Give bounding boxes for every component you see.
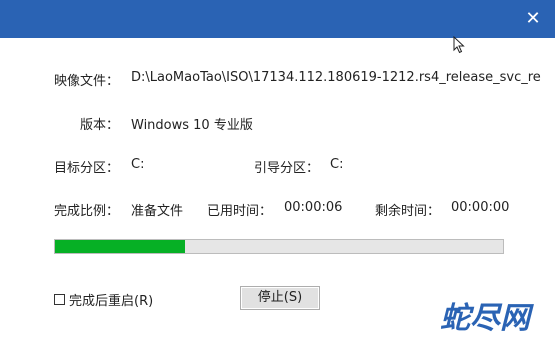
- restart-checkbox-label: 完成后重启(R): [69, 294, 154, 309]
- close-button[interactable]: ✕: [517, 0, 549, 38]
- image-file-label: 映像文件：: [54, 74, 120, 89]
- boot-partition-value: C:: [330, 157, 344, 172]
- boot-partition-label: 引导分区：: [254, 161, 320, 176]
- completion-ratio-value: 准备文件: [131, 204, 184, 219]
- completion-ratio-label: 完成比例：: [54, 204, 120, 219]
- image-file-path: D:\LaoMaoTao\ISO\17134.112.180619-1212.r…: [131, 70, 541, 85]
- target-partition-label: 目标分区：: [54, 161, 120, 176]
- stop-button-label: 停止(S): [257, 290, 303, 305]
- checkbox-icon[interactable]: [54, 294, 65, 305]
- elapsed-time-value: 00:00:06: [284, 200, 343, 215]
- stop-button[interactable]: 停止(S): [240, 286, 320, 310]
- progress-bar: [54, 239, 504, 254]
- elapsed-time-label: 已用时间：: [207, 204, 273, 219]
- progress-bar-fill: [55, 240, 185, 253]
- version-label: 版本：: [80, 118, 120, 133]
- close-icon: ✕: [525, 8, 541, 29]
- remaining-time-label: 剩余时间：: [375, 204, 441, 219]
- version-value: Windows 10 专业版: [131, 118, 253, 133]
- watermark-text: 蛇尽网: [440, 301, 534, 336]
- watermark-logo: 蛇尽网: [440, 301, 534, 336]
- remaining-time-value: 00:00:00: [451, 200, 510, 215]
- mouse-pointer-icon: [453, 36, 465, 54]
- target-partition-value: C:: [131, 157, 145, 172]
- restart-after-complete-checkbox[interactable]: 完成后重启(R): [54, 290, 153, 309]
- title-bar: ✕: [0, 0, 555, 38]
